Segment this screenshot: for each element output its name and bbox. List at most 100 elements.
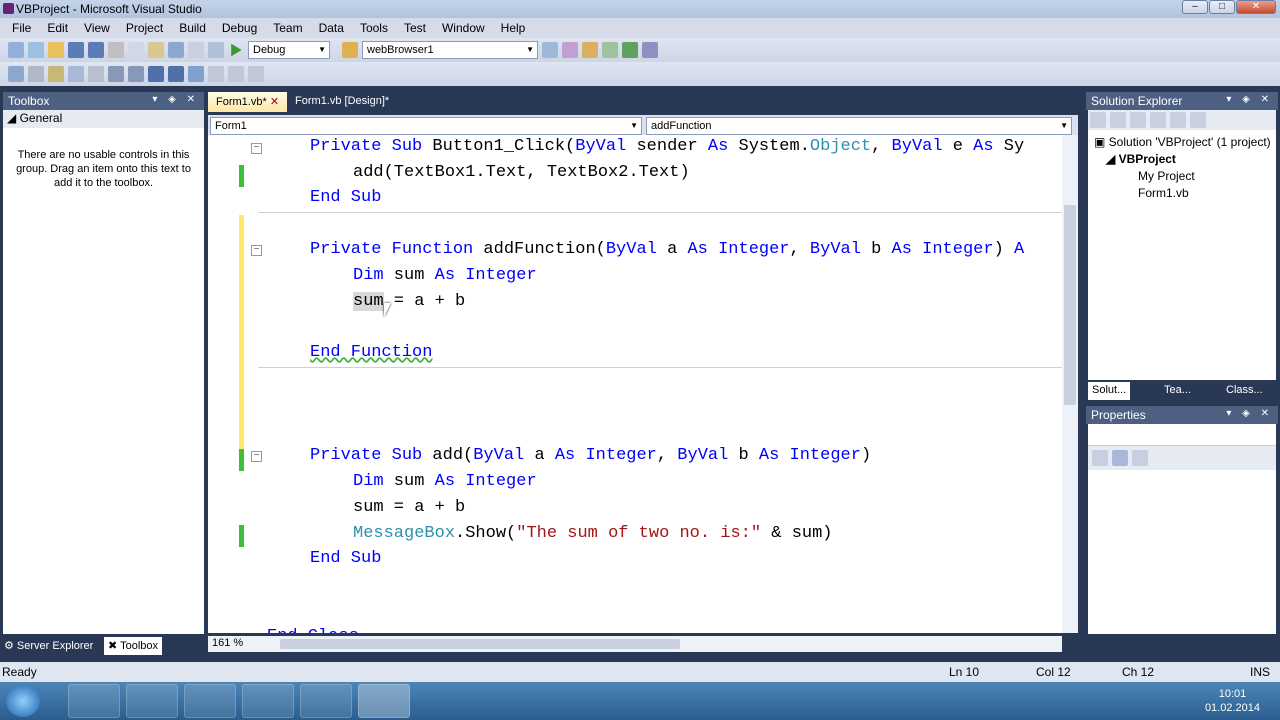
chrome-taskbar-icon[interactable] [126, 684, 178, 718]
toolbox-group-general[interactable]: ◢ General [3, 110, 204, 128]
menu-tools[interactable]: Tools [352, 21, 396, 35]
solution-explorer-icon[interactable] [562, 42, 578, 58]
clear-bookmarks-icon[interactable] [248, 66, 264, 82]
show-all-files-icon[interactable] [1110, 112, 1126, 128]
menu-project[interactable]: Project [118, 21, 171, 35]
editor-vertical-scrollbar[interactable] [1062, 135, 1078, 633]
object-browser-icon[interactable] [602, 42, 618, 58]
add-item-icon[interactable] [28, 42, 44, 58]
solution-explorer-panel: ▣ Solution 'VBProject' (1 project) ◢ VBP… [1088, 110, 1276, 380]
tab-form1-design[interactable]: Form1.vb [Design]* [287, 92, 397, 112]
save-icon[interactable] [68, 42, 84, 58]
alphabetical-icon[interactable] [1112, 450, 1128, 466]
internet-explorer-taskbar-icon[interactable] [242, 684, 294, 718]
menu-test[interactable]: Test [396, 21, 434, 35]
navigate-icon[interactable] [208, 42, 224, 58]
view-code-icon[interactable] [1150, 112, 1166, 128]
tab-class-view[interactable]: Class... [1222, 382, 1267, 400]
outdent-icon[interactable] [108, 66, 124, 82]
zoom-level[interactable]: 161 % [208, 636, 280, 652]
solution-root[interactable]: ▣ Solution 'VBProject' (1 project) [1094, 134, 1276, 151]
solution-config-select[interactable]: Debug ▼ [248, 41, 330, 59]
find-in-files-icon[interactable] [542, 42, 558, 58]
uncomment-icon[interactable] [168, 66, 184, 82]
open-file-icon[interactable] [48, 42, 64, 58]
undo-icon[interactable] [168, 42, 184, 58]
code-editor[interactable]: − − − Private Sub Button1_Click(ByVal se… [208, 135, 1078, 633]
indent-icon[interactable] [128, 66, 144, 82]
project-node[interactable]: ◢ VBProject [1094, 151, 1276, 168]
paste-icon[interactable] [148, 42, 164, 58]
view-designer-icon[interactable] [1170, 112, 1186, 128]
collapse-icon[interactable]: − [251, 143, 262, 154]
comment-icon[interactable] [148, 66, 164, 82]
status-column: Col 12 [1036, 665, 1071, 679]
class-dropdown[interactable]: Form1 ▼ [210, 117, 642, 135]
start-debug-icon[interactable] [231, 43, 242, 57]
find-icon[interactable] [342, 42, 358, 58]
properties-object-select[interactable] [1088, 424, 1276, 446]
firefox-taskbar-icon[interactable] [184, 684, 236, 718]
bookmark-icon[interactable] [188, 66, 204, 82]
cut-icon[interactable] [108, 42, 124, 58]
menu-build[interactable]: Build [171, 21, 214, 35]
menu-team[interactable]: Team [265, 21, 310, 35]
property-pages-icon[interactable] [1132, 450, 1148, 466]
categorized-icon[interactable] [1092, 450, 1108, 466]
menu-debug[interactable]: Debug [214, 21, 265, 35]
active-window-taskbar-icon[interactable] [358, 684, 410, 718]
pin-icon[interactable]: ▾ ◈ ✕ [1226, 408, 1273, 422]
next-bookmark-icon[interactable] [228, 66, 244, 82]
hscroll-thumb[interactable] [280, 639, 680, 649]
server-explorer-tab[interactable]: ⚙ Server Explorer [0, 637, 97, 655]
menu-edit[interactable]: Edit [39, 21, 76, 35]
paint-taskbar-icon[interactable] [68, 684, 120, 718]
refresh-icon[interactable] [1130, 112, 1146, 128]
windows-taskbar: 10:01 01.02.2014 [0, 682, 1280, 720]
tree-item-my-project[interactable]: My Project [1094, 168, 1276, 185]
pin-icon[interactable]: ▾ ◈ ✕ [152, 94, 199, 108]
toolbox-icon[interactable] [622, 42, 638, 58]
word-complete-icon[interactable] [88, 66, 104, 82]
editor-horizontal-scrollbar[interactable] [280, 636, 1062, 652]
pin-icon[interactable]: ▾ ◈ ✕ [1226, 94, 1273, 108]
prev-bookmark-icon[interactable] [208, 66, 224, 82]
redo-icon[interactable] [188, 42, 204, 58]
extension-icon[interactable] [642, 42, 658, 58]
properties-icon[interactable] [1090, 112, 1106, 128]
document-tabs: Form1.vb* ✕ Form1.vb [Design]* [208, 92, 1078, 112]
start-button[interactable] [6, 685, 40, 717]
clock-date: 01.02.2014 [1204, 702, 1260, 714]
param-info-icon[interactable] [48, 66, 64, 82]
scroll-thumb[interactable] [1064, 205, 1076, 405]
visual-studio-taskbar-icon[interactable] [300, 684, 352, 718]
tab-solution-explorer[interactable]: Solut... [1088, 382, 1131, 400]
save-all-icon[interactable] [88, 42, 104, 58]
copy-icon[interactable] [128, 42, 144, 58]
code-line-4: Private Function addFunction(ByVal a As … [310, 240, 1025, 259]
layout-icon[interactable] [8, 66, 24, 82]
info-icon[interactable] [28, 66, 44, 82]
properties-icon[interactable] [582, 42, 598, 58]
tab-team-explorer[interactable]: Tea... [1160, 382, 1195, 400]
maximize-button[interactable]: □ [1209, 0, 1235, 14]
member-dropdown[interactable]: addFunction ▼ [646, 117, 1072, 135]
solution-explorer-header: Solution Explorer ▾ ◈ ✕ [1086, 92, 1278, 110]
tab-form1-vb[interactable]: Form1.vb* ✕ [208, 92, 288, 112]
menu-help[interactable]: Help [493, 21, 534, 35]
toolbox-tab[interactable]: ✖ Toolbox [104, 637, 162, 655]
collapse-icon[interactable]: − [251, 245, 262, 256]
quick-info-icon[interactable] [68, 66, 84, 82]
tree-item-form1[interactable]: Form1.vb [1094, 185, 1276, 202]
new-project-icon[interactable] [8, 42, 24, 58]
class-diagram-icon[interactable] [1190, 112, 1206, 128]
find-combo[interactable]: webBrowser1 ▼ [362, 41, 538, 59]
clock[interactable]: 10:01 01.02.2014 [1205, 687, 1260, 715]
close-button[interactable]: ✕ [1236, 0, 1276, 14]
menu-window[interactable]: Window [434, 21, 493, 35]
menu-file[interactable]: File [4, 21, 39, 35]
menu-view[interactable]: View [76, 21, 118, 35]
menu-data[interactable]: Data [311, 21, 352, 35]
minimize-button[interactable]: – [1182, 0, 1208, 14]
collapse-icon[interactable]: − [251, 451, 262, 462]
